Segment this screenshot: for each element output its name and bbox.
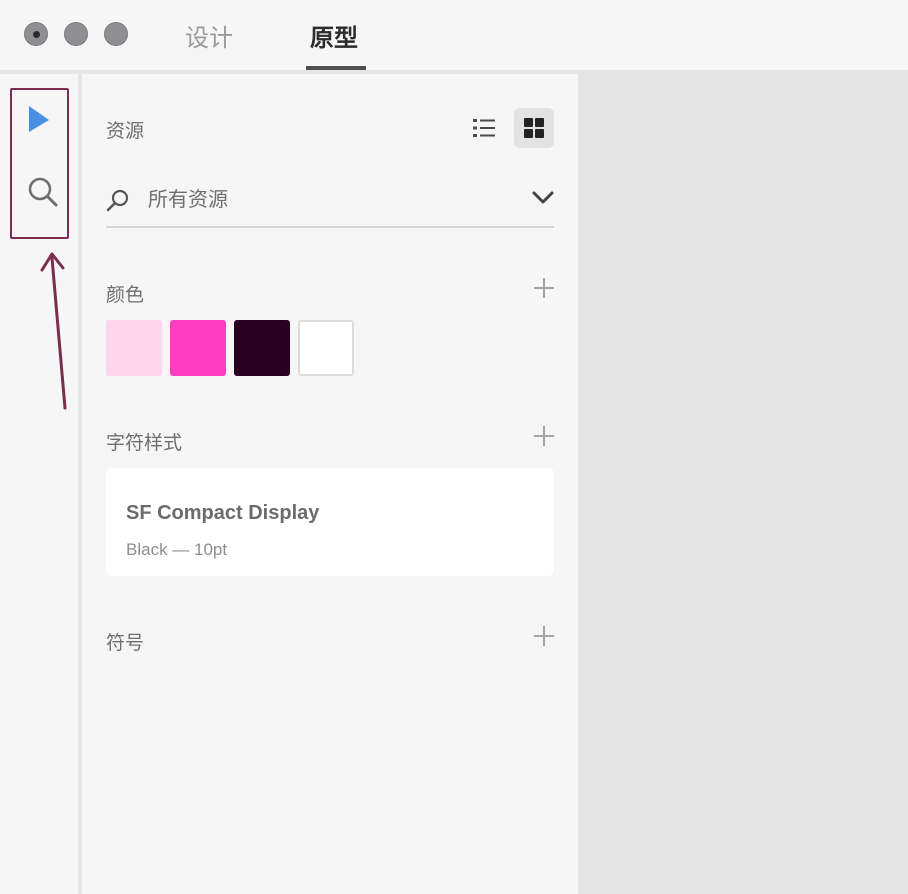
add-color-button[interactable] (534, 278, 554, 298)
asset-search-row (106, 174, 554, 228)
grid-view-button[interactable] (514, 108, 554, 148)
symbols-section-title: 符号 (106, 632, 145, 654)
char-styles-section-title: 字符样式 (106, 432, 183, 454)
search-icon (106, 189, 129, 212)
char-style-font: SF Compact Display (126, 502, 320, 524)
title-bar: 设计 原型 (0, 0, 908, 70)
panel-title: 资源 (106, 120, 145, 142)
color-swatch[interactable] (106, 320, 162, 376)
annotation-highlight-box (10, 88, 69, 239)
chevron-down-icon[interactable] (532, 191, 554, 205)
minimize-window-button[interactable] (64, 22, 88, 46)
tab-design[interactable]: 设计 (185, 18, 233, 53)
zoom-window-button[interactable] (104, 22, 128, 46)
colors-section-title: 颜色 (106, 284, 145, 306)
color-swatch[interactable] (298, 320, 354, 376)
add-symbol-button[interactable] (534, 626, 554, 646)
char-style-card[interactable]: SF Compact Display Black — 10pt (106, 468, 554, 576)
grid-view-icon (524, 118, 544, 138)
color-swatch[interactable] (170, 320, 226, 376)
annotation-arrow (40, 252, 67, 410)
add-char-style-button[interactable] (534, 426, 554, 446)
list-view-button[interactable] (464, 108, 504, 148)
list-view-icon (473, 119, 495, 137)
tab-prototype[interactable]: 原型 (310, 18, 358, 53)
color-swatch[interactable] (234, 320, 290, 376)
artboard-canvas[interactable] (578, 70, 908, 894)
assets-panel: 资源 颜色 字符样式 (82, 74, 578, 894)
asset-search-input[interactable] (148, 184, 508, 214)
close-window-button[interactable] (24, 22, 48, 46)
char-style-meta: Black — 10pt (126, 540, 228, 559)
